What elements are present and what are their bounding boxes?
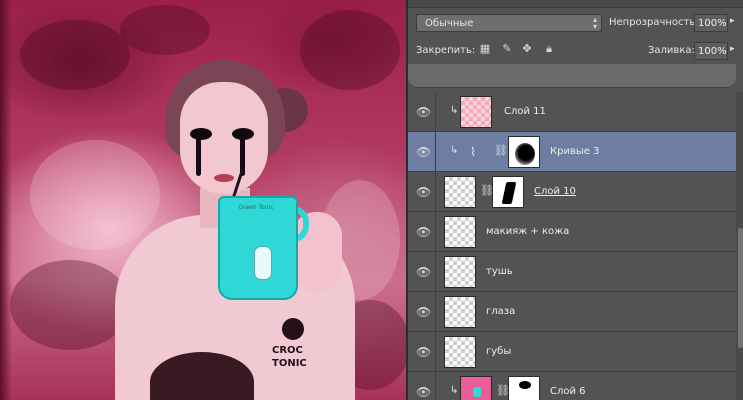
blend-mode-select[interactable]: Обычные ▴ ▾: [416, 14, 602, 32]
visibility-toggle[interactable]: 👁︎: [408, 212, 436, 252]
left-eye-makeup: [190, 128, 212, 140]
canvas-edge-shadow: [0, 0, 12, 400]
lock-label: Закрепить:: [416, 45, 476, 56]
layer-name[interactable]: Слой 6: [550, 386, 586, 397]
visibility-toggle[interactable]: 👁︎: [408, 372, 436, 400]
visibility-toggle[interactable]: 👁︎: [408, 132, 436, 172]
eye-icon[interactable]: 👁︎: [416, 265, 431, 279]
shirt-print-line: TONIC: [272, 358, 307, 369]
layer-row[interactable]: 👁︎ тушь: [408, 252, 736, 292]
lock-position-icon[interactable]: ✥: [520, 42, 534, 56]
layer-name[interactable]: губы: [486, 346, 511, 357]
layer-mask-thumbnail[interactable]: [492, 176, 524, 208]
layer-name[interactable]: макияж + кожа: [486, 226, 569, 237]
background-rock: [10, 260, 130, 350]
layer-thumbnail[interactable]: [460, 96, 492, 128]
fill-field[interactable]: 100%: [694, 42, 728, 60]
layer-thumbnail[interactable]: [444, 176, 476, 208]
mug-label: Green Tonic: [238, 204, 274, 211]
mascara-streak: [196, 136, 201, 176]
layer-row[interactable]: 👁︎ глаза: [408, 292, 736, 332]
eye-icon[interactable]: 👁︎: [416, 385, 431, 399]
layer-row[interactable]: 👁︎ ⛓︎ Слой 10: [408, 172, 736, 212]
layer-name[interactable]: глаза: [486, 306, 515, 317]
background-rock: [300, 10, 400, 90]
layer-thumbnail[interactable]: [444, 336, 476, 368]
document-canvas[interactable]: Green Tonic CROC TONIC: [0, 0, 406, 400]
eye-icon[interactable]: 👁︎: [416, 305, 431, 319]
layer-thumbnail[interactable]: [460, 376, 492, 400]
eye-icon[interactable]: 👁︎: [416, 345, 431, 359]
visibility-toggle[interactable]: 👁︎: [408, 252, 436, 292]
fill-label: Заливка:: [648, 45, 695, 56]
clipping-arrow-icon: ↳: [450, 385, 459, 396]
layer-thumbnail[interactable]: [444, 256, 476, 288]
shirt-print-graphic: [282, 318, 304, 340]
scrollbar-thumb[interactable]: [738, 228, 743, 348]
layer-thumbnail[interactable]: [444, 216, 476, 248]
layer-row[interactable]: 👁︎ губы: [408, 332, 736, 372]
layer-group-header[interactable]: [408, 64, 736, 88]
eye-icon[interactable]: 👁︎: [416, 145, 431, 159]
fill-dropdown-icon[interactable]: ▸: [730, 44, 735, 54]
visibility-toggle[interactable]: 👁︎: [408, 332, 436, 372]
layer-name[interactable]: Слой 11: [504, 106, 546, 117]
clipping-arrow-icon: ↳: [450, 145, 459, 156]
clipping-arrow-icon: ↳: [450, 105, 459, 116]
layer-name[interactable]: Слой 10: [534, 186, 576, 197]
background-wing: [30, 140, 160, 250]
mug-bottle-graphic: [254, 246, 272, 280]
visibility-toggle[interactable]: 👁︎: [408, 172, 436, 212]
panel-top-bar: [408, 0, 743, 8]
layer-row[interactable]: 👁︎ макияж + кожа: [408, 212, 736, 252]
eye-icon[interactable]: 👁︎: [416, 225, 431, 239]
lock-all-icon[interactable]: 🔒︎: [542, 42, 556, 56]
opacity-dropdown-icon[interactable]: ▸: [730, 16, 735, 26]
chain-link-icon[interactable]: ⛓︎: [494, 144, 508, 157]
lock-image-pixels-icon[interactable]: ✎: [500, 42, 514, 56]
shirt-print: CROC TONIC: [272, 344, 307, 370]
layer-mask-thumbnail[interactable]: [508, 376, 540, 400]
lock-transparent-pixels-icon[interactable]: ▦: [478, 42, 492, 56]
layer-name[interactable]: тушь: [486, 266, 513, 277]
shirt-print-line: CROC: [272, 345, 303, 356]
blend-mode-value: Обычные: [425, 18, 474, 29]
visibility-toggle[interactable]: 👁︎: [408, 292, 436, 332]
layer-row[interactable]: 👁︎ ↳ ⛓︎ Слой 6: [408, 372, 736, 400]
layers-panel: Обычные ▴ ▾ Непрозрачность: 100% ▸ Закреп…: [406, 0, 743, 400]
layer-name[interactable]: Кривые 3: [550, 146, 599, 157]
opacity-field[interactable]: 100%: [694, 14, 728, 32]
background-rock: [120, 5, 210, 55]
eye-icon[interactable]: 👁︎: [416, 105, 431, 119]
layer-thumbnail[interactable]: [444, 296, 476, 328]
layer-mask-thumbnail[interactable]: [508, 136, 540, 168]
opacity-label: Непрозрачность:: [609, 17, 699, 28]
layer-row[interactable]: 👁︎ ↳ ⌇ ⛓︎ Кривые 3: [408, 132, 736, 172]
background-rock: [20, 20, 130, 90]
select-arrows-icon: ▴ ▾: [592, 15, 597, 31]
visibility-toggle[interactable]: 👁︎: [408, 92, 436, 132]
curves-adjustment-icon[interactable]: ⌇: [470, 144, 486, 160]
layer-row[interactable]: 👁︎ ↳ Слой 11: [408, 92, 736, 132]
eye-icon[interactable]: 👁︎: [416, 185, 431, 199]
lips: [214, 174, 234, 182]
